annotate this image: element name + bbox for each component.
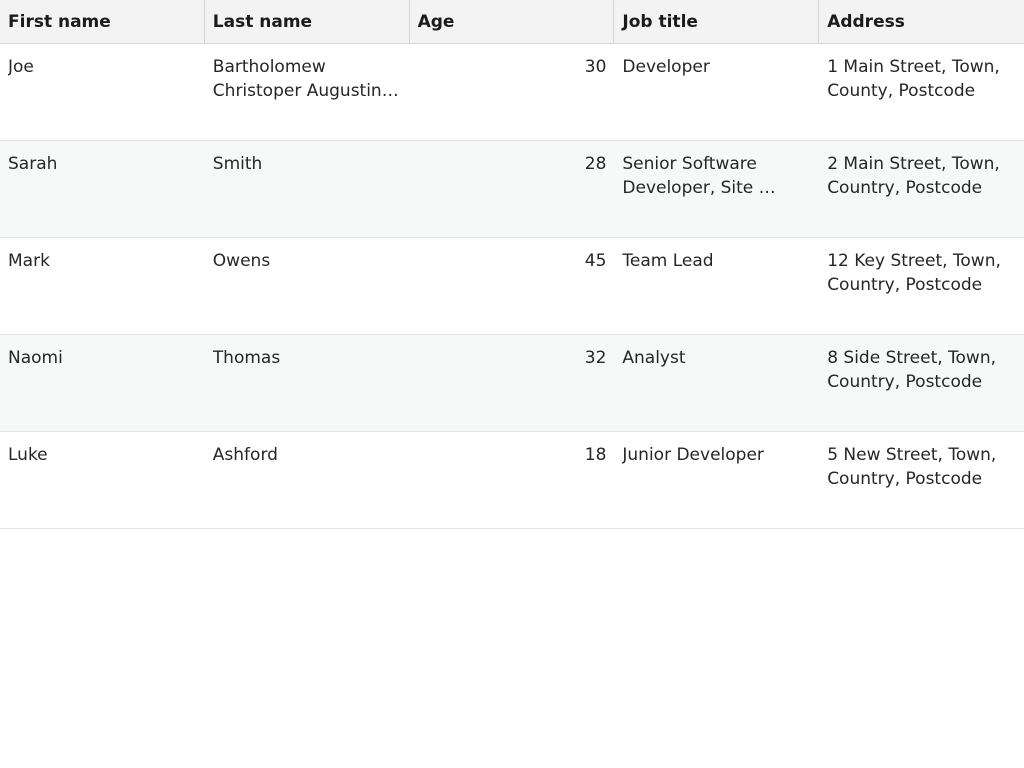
cell-first-name[interactable]: Naomi: [0, 335, 205, 431]
table-row[interactable]: Sarah Smith 28 Senior Software Developer…: [0, 141, 1024, 238]
cell-text: 18: [584, 445, 607, 465]
cell-text: 2 Main Street, Town, Country, Postcode: [827, 154, 1000, 198]
cell-age[interactable]: 32: [410, 335, 615, 431]
cell-text: 12 Key Street, Town, Country, Postcode: [827, 251, 1001, 295]
cell-text: Junior Developer: [622, 445, 764, 465]
cell-job-title[interactable]: Developer: [614, 44, 819, 140]
cell-text: Joe: [8, 57, 34, 77]
column-header-label: First name: [8, 11, 111, 32]
cell-job-title[interactable]: Senior Software Developer, Site …: [614, 141, 819, 237]
cell-first-name[interactable]: Luke: [0, 432, 205, 528]
table-row[interactable]: Mark Owens 45 Team Lead 12 Key Street, T…: [0, 238, 1024, 335]
cell-text: 8 Side Street, Town, Country, Postcode: [827, 348, 997, 392]
table-row[interactable]: Joe Bartholomew Christoper Augustin… 30 …: [0, 44, 1024, 141]
cell-text: Ashford: [212, 445, 278, 465]
cell-text: 30: [584, 57, 607, 77]
cell-text: 5 New Street, Town, Country, Postcode: [827, 445, 997, 489]
cell-last-name[interactable]: Thomas: [205, 335, 410, 431]
cell-last-name[interactable]: Ashford: [205, 432, 410, 528]
column-header-label: Last name: [212, 11, 313, 32]
grid-header-row: First name Last name Age Job title Addre…: [0, 0, 1024, 44]
table-row[interactable]: Naomi Thomas 32 Analyst 8 Side Street, T…: [0, 335, 1024, 432]
cell-address[interactable]: 8 Side Street, Town, Country, Postcode: [819, 335, 1024, 431]
cell-text: Luke: [8, 445, 48, 465]
cell-first-name[interactable]: Sarah: [0, 141, 205, 237]
cell-text: Mark: [8, 251, 50, 271]
cell-first-name[interactable]: Mark: [0, 238, 205, 334]
cell-address[interactable]: 1 Main Street, Town, County, Postcode: [819, 44, 1024, 140]
cell-text: Smith: [212, 154, 263, 174]
table-row[interactable]: Luke Ashford 18 Junior Developer 5 New S…: [0, 432, 1024, 529]
column-header-job-title[interactable]: Job title: [614, 0, 820, 43]
cell-text: 45: [584, 251, 607, 271]
cell-job-title[interactable]: Junior Developer: [614, 432, 819, 528]
cell-age[interactable]: 30: [410, 44, 615, 140]
cell-age[interactable]: 18: [410, 432, 615, 528]
cell-address[interactable]: 2 Main Street, Town, Country, Postcode: [819, 141, 1024, 237]
cell-text: Developer: [622, 57, 710, 77]
cell-text: Sarah: [8, 154, 58, 174]
column-header-first-name[interactable]: First name: [0, 0, 205, 43]
column-header-label: Address: [827, 11, 905, 32]
cell-age[interactable]: 45: [410, 238, 615, 334]
cell-text: Owens: [212, 251, 271, 271]
cell-text: 1 Main Street, Town, County, Postcode: [827, 57, 1000, 101]
cell-text: 32: [584, 348, 607, 368]
cell-text: Thomas: [212, 348, 281, 368]
cell-text: Naomi: [8, 348, 63, 368]
cell-text: Bartholomew Christoper Augustin…: [212, 57, 399, 101]
column-header-last-name[interactable]: Last name: [205, 0, 410, 43]
cell-text: 28: [584, 154, 607, 174]
cell-address[interactable]: 12 Key Street, Town, Country, Postcode: [819, 238, 1024, 334]
cell-text: Analyst: [622, 348, 686, 368]
column-header-age[interactable]: Age: [410, 0, 615, 43]
cell-job-title[interactable]: Analyst: [614, 335, 819, 431]
data-grid: First name Last name Age Job title Addre…: [0, 0, 1024, 529]
cell-job-title[interactable]: Team Lead: [614, 238, 819, 334]
cell-address[interactable]: 5 New Street, Town, Country, Postcode: [819, 432, 1024, 528]
column-header-label: Age: [417, 11, 455, 32]
cell-first-name[interactable]: Joe: [0, 44, 205, 140]
cell-age[interactable]: 28: [410, 141, 615, 237]
cell-text: Senior Software Developer, Site …: [622, 154, 776, 198]
cell-text: Team Lead: [622, 251, 714, 271]
column-header-label: Job title: [622, 11, 698, 32]
cell-last-name[interactable]: Smith: [205, 141, 410, 237]
column-header-address[interactable]: Address: [819, 0, 1024, 43]
cell-last-name[interactable]: Owens: [205, 238, 410, 334]
cell-last-name[interactable]: Bartholomew Christoper Augustin…: [205, 44, 410, 140]
